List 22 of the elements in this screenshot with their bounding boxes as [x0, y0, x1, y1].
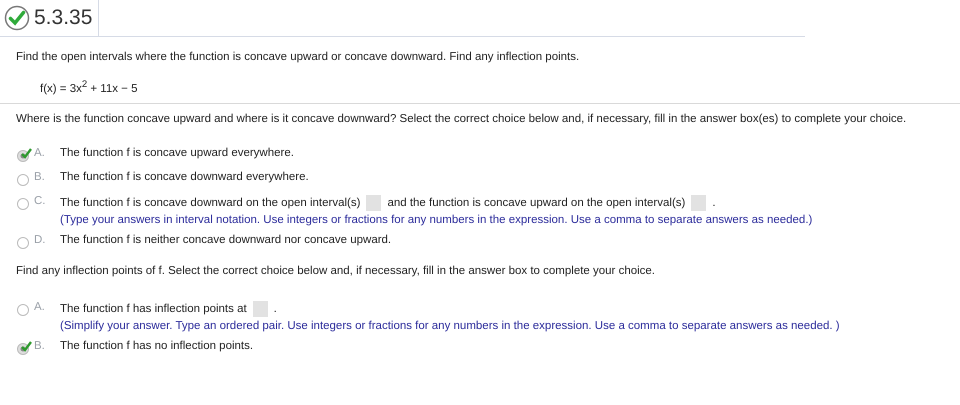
- choice-text: .: [274, 302, 277, 315]
- hint-text: (Type your answers in interval notation. Use integers or fractions for any numbers in the expression. Use a comma to separate answers as needed.): [60, 214, 812, 226]
- question-prompt: Find any inflection points of f. Select the correct choice below and, if necessary, fill in the answer box to complete your choice.: [16, 264, 656, 279]
- choice-text: The function f has inflection points at: [60, 302, 247, 315]
- choice-letter: A.: [34, 146, 46, 159]
- choice-text: The function f has no inflection points.: [60, 340, 254, 352]
- hint-text: (Simplify your answer. Type an ordered pair. Use integers or fractions for any numbers in the expression. Use a comma to separate answers as needed. ): [60, 320, 840, 332]
- choice-text: The function f is concave downward on the open interval(s): [60, 196, 360, 209]
- choice-text: .: [712, 196, 716, 209]
- question-prompt: Where is the function concave upward and where is it concave downward? Select the correct choice below and, if necessary, fill in the answer box(es) to complete your choice.: [16, 112, 908, 127]
- formula: f(x) = 3x$^{2}$ + 11x − 5: [40, 79, 138, 95]
- instructions: Find the open intervals where the function is concave upward or concave downward. Find any inflection points.: [16, 51, 580, 63]
- choice-letter: A.: [34, 300, 46, 313]
- choice-text: and the function is concave upward on the open interval(s): [387, 196, 686, 209]
- choice-letter: D.: [34, 234, 46, 246]
- choice-letter: C.: [34, 194, 46, 207]
- choice-text: The function f is concave downward everywhere.: [60, 170, 309, 183]
- choice-letter: B.: [34, 340, 46, 352]
- choice-letter: B.: [34, 170, 46, 183]
- choice-text: The function f is concave upward everywhere.: [60, 146, 294, 159]
- choice-text: The function f is neither concave downward nor concave upward.: [60, 234, 392, 246]
- exercise-number: 5.3.35: [34, 6, 92, 30]
